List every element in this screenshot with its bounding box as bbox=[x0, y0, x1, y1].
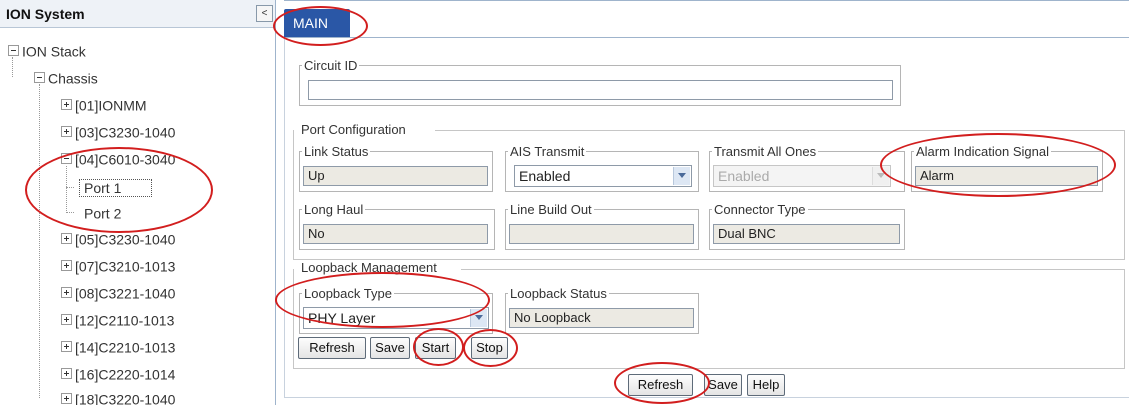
tree-item-label: [08]C3221-1040 bbox=[75, 285, 176, 302]
tree-connector bbox=[66, 166, 67, 213]
tree-item-label: ION Stack bbox=[22, 43, 86, 60]
ais-transmit-legend: AIS Transmit bbox=[510, 144, 585, 159]
tree-item-module[interactable]: [12]C2110-1013 bbox=[61, 307, 174, 331]
tree-item-port-1[interactable]: Port 1 bbox=[79, 175, 153, 199]
save-button[interactable]: Save bbox=[704, 374, 742, 396]
tree-connector bbox=[39, 84, 40, 398]
tree-item-label: [18]C3220-1040 bbox=[75, 391, 176, 405]
ais-transmit-group: AIS Transmit Enabled bbox=[505, 144, 699, 192]
alarm-indication-signal-legend: Alarm Indication Signal bbox=[916, 144, 1049, 159]
loopback-refresh-button[interactable]: Refresh bbox=[298, 337, 366, 359]
line-build-out-field bbox=[509, 224, 694, 244]
loopback-start-button[interactable]: Start bbox=[415, 337, 456, 359]
tree-item-label: [12]C2110-1013 bbox=[75, 312, 175, 329]
link-status-legend: Link Status bbox=[304, 144, 369, 159]
long-haul-field: No bbox=[303, 224, 488, 244]
expand-toggle-icon[interactable] bbox=[61, 232, 72, 244]
tree-connector bbox=[66, 187, 74, 188]
tree-item-label: [14]C2210-1013 bbox=[75, 339, 176, 356]
circuit-id-legend: Circuit ID bbox=[304, 58, 358, 73]
tree-item-label: [07]C3210-1013 bbox=[75, 258, 176, 275]
collapse-toggle-icon[interactable] bbox=[61, 152, 72, 164]
tree-item-module[interactable]: [14]C2210-1013 bbox=[61, 334, 175, 358]
tree-item-label: Port 1 bbox=[79, 179, 153, 198]
tree-item-module[interactable]: [18]C3220-1040 bbox=[61, 386, 175, 405]
ais-transmit-select[interactable]: Enabled bbox=[514, 165, 692, 187]
expand-toggle-icon[interactable] bbox=[61, 98, 72, 110]
tree-item-label: [16]C2220-1014 bbox=[75, 366, 176, 383]
tree-item-module[interactable]: [03]C3230-1040 bbox=[61, 119, 175, 143]
ais-transmit-value: Enabled bbox=[519, 168, 571, 184]
tree-item-label: Port 2 bbox=[84, 205, 122, 222]
tree-item-chassis[interactable]: Chassis bbox=[34, 65, 98, 89]
expand-toggle-icon[interactable] bbox=[61, 313, 72, 325]
expand-toggle-icon[interactable] bbox=[61, 259, 72, 271]
tree-item-label: [03]C3230-1040 bbox=[75, 124, 176, 141]
expand-toggle-icon[interactable] bbox=[61, 125, 72, 137]
tree-item-module[interactable]: [16]C2220-1014 bbox=[61, 361, 175, 385]
collapse-panel-button[interactable]: < bbox=[256, 5, 273, 22]
tree-item-label: [04]C6010-3040 bbox=[75, 151, 176, 168]
refresh-button[interactable]: Refresh bbox=[628, 374, 693, 396]
connector-type-field: Dual BNC bbox=[713, 224, 900, 244]
long-haul-legend: Long Haul bbox=[304, 202, 364, 217]
dropdown-arrow-icon bbox=[872, 167, 889, 185]
help-button[interactable]: Help bbox=[747, 374, 785, 396]
loopback-type-group: Loopback Type PHY Layer bbox=[299, 286, 493, 334]
connector-type-legend: Connector Type bbox=[714, 202, 806, 217]
loopback-type-select[interactable]: PHY Layer bbox=[303, 307, 489, 329]
loopback-status-group: Loopback Status No Loopback bbox=[505, 286, 699, 334]
long-haul-group: Long Haul No bbox=[299, 202, 495, 250]
tree-item-ion-stack[interactable]: ION Stack bbox=[8, 38, 86, 62]
tree-item-module[interactable]: [08]C3221-1040 bbox=[61, 280, 175, 304]
line-build-out-group: Line Build Out bbox=[505, 202, 699, 250]
dropdown-arrow-icon[interactable] bbox=[470, 309, 487, 327]
tree-item-port-2[interactable]: Port 2 bbox=[84, 200, 121, 224]
loopback-type-legend: Loopback Type bbox=[304, 286, 392, 301]
loopback-stop-button[interactable]: Stop bbox=[471, 337, 508, 359]
tree-item-label: [05]C3230-1040 bbox=[75, 231, 176, 248]
expand-toggle-icon[interactable] bbox=[61, 392, 72, 404]
collapse-toggle-icon[interactable] bbox=[34, 71, 45, 83]
tree-item-module[interactable]: [07]C3210-1013 bbox=[61, 253, 175, 277]
loopback-status-field: No Loopback bbox=[509, 308, 694, 328]
loopback-save-button[interactable]: Save bbox=[370, 337, 410, 359]
alarm-indication-signal-group: Alarm Indication Signal Alarm bbox=[911, 144, 1103, 192]
expand-toggle-icon[interactable] bbox=[61, 367, 72, 379]
tree-item-label: Chassis bbox=[48, 70, 98, 87]
link-status-group: Link Status Up bbox=[299, 144, 493, 192]
transmit-all-ones-value: Enabled bbox=[718, 168, 770, 184]
tab-main[interactable]: MAIN bbox=[284, 9, 350, 37]
tree-item-module[interactable]: [04]C6010-3040 bbox=[61, 146, 175, 170]
dropdown-arrow-icon[interactable] bbox=[673, 167, 690, 185]
loopback-type-value: PHY Layer bbox=[308, 310, 376, 326]
line-build-out-legend: Line Build Out bbox=[510, 202, 592, 217]
navigation-tree-panel: ION System < ION Stack Chassis [01]IONMM… bbox=[0, 0, 276, 405]
tree-item-module[interactable]: [05]C3230-1040 bbox=[61, 226, 175, 250]
expand-toggle-icon[interactable] bbox=[61, 340, 72, 352]
transmit-all-ones-group: Transmit All Ones Enabled bbox=[709, 144, 905, 192]
expand-toggle-icon[interactable] bbox=[61, 286, 72, 298]
tree-item-module[interactable]: [01]IONMM bbox=[61, 92, 147, 116]
tree-connector bbox=[66, 212, 74, 213]
tree-item-label: [01]IONMM bbox=[75, 97, 147, 114]
transmit-all-ones-legend: Transmit All Ones bbox=[714, 144, 817, 159]
tree-panel-header: ION System < bbox=[0, 0, 275, 28]
alarm-indication-signal-field: Alarm bbox=[915, 166, 1098, 186]
tab-content: Circuit ID Port Configuration Link Statu… bbox=[284, 38, 1129, 398]
loopback-status-legend: Loopback Status bbox=[510, 286, 607, 301]
connector-type-group: Connector Type Dual BNC bbox=[709, 202, 905, 250]
tree-panel-title: ION System bbox=[6, 6, 85, 22]
circuit-id-input[interactable] bbox=[308, 80, 893, 100]
transmit-all-ones-select: Enabled bbox=[713, 165, 891, 187]
collapse-toggle-icon[interactable] bbox=[8, 44, 19, 56]
main-panel: MAIN Circuit ID Port Configuration Link … bbox=[284, 0, 1129, 405]
link-status-field: Up bbox=[303, 166, 488, 186]
circuit-id-group: Circuit ID bbox=[299, 58, 901, 106]
